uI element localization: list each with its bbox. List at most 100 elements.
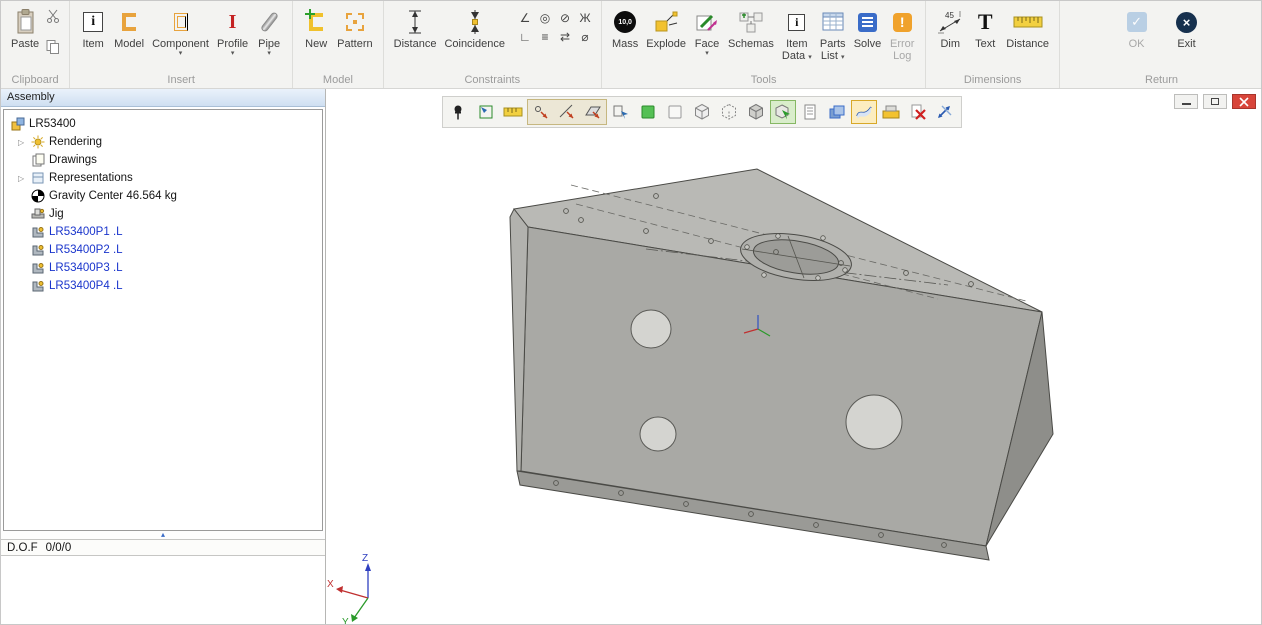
- sheet-metal-assembly[interactable]: [510, 169, 1053, 560]
- insert-pipe-button[interactable]: Pipe ▾: [252, 4, 286, 59]
- constraint-mini-toolbar: ∠ ◎ ⊘ Ж ∟ ≡ ⇄ ⌀: [515, 8, 595, 46]
- close-button[interactable]: [1232, 94, 1256, 109]
- flat-pattern-icon[interactable]: [878, 100, 904, 124]
- angle-constraint-icon[interactable]: ∠: [515, 8, 535, 27]
- insert-profile-button[interactable]: I Profile ▾: [213, 4, 252, 59]
- ribbon: Paste Clipboard i Item: [1, 1, 1262, 89]
- cut-button[interactable]: [45, 8, 61, 29]
- delete-icon[interactable]: [905, 100, 931, 124]
- pattern-icon: [346, 13, 364, 31]
- constraints-group-label: Constraints: [384, 74, 601, 86]
- tree-item-rendering[interactable]: ▷ Rendering: [4, 133, 322, 151]
- scissors-icon: [45, 8, 61, 24]
- parallel-constraint-icon[interactable]: ≡: [535, 27, 555, 46]
- face-dropdown-arrow[interactable]: ▾: [705, 50, 709, 57]
- rendering-icon: [30, 135, 45, 149]
- expand-icon[interactable]: ▷: [18, 174, 30, 183]
- tangent-constraint-icon[interactable]: ⊘: [555, 8, 575, 27]
- paste-icon: [13, 6, 37, 38]
- tree-item-part-2[interactable]: LR53400P2 .L: [4, 241, 322, 259]
- surface-mode-icon[interactable]: [851, 100, 877, 124]
- layers-icon[interactable]: [824, 100, 850, 124]
- tree-item-part-1[interactable]: LR53400P1 .L: [4, 223, 322, 241]
- diameter-constraint-icon[interactable]: ⌀: [575, 27, 595, 46]
- tree-item-drawings[interactable]: Drawings: [4, 151, 322, 169]
- model-new-button[interactable]: New: [299, 4, 333, 52]
- equal-constraint-icon[interactable]: ⇄: [555, 27, 575, 46]
- dimensions-group-label: Dimensions: [926, 74, 1059, 86]
- pin-icon[interactable]: [446, 100, 472, 124]
- constraint-coincidence-button[interactable]: Coincidence: [440, 4, 509, 52]
- select-element-icon[interactable]: [608, 100, 634, 124]
- gravity-center-icon: [30, 189, 45, 203]
- panel-bottom-area: [1, 556, 325, 625]
- symmetry-constraint-icon[interactable]: Ж: [575, 8, 595, 27]
- display-solid-green-icon[interactable]: [635, 100, 661, 124]
- tree-item-representations[interactable]: ▷ Representations: [4, 169, 322, 187]
- report-sheet-icon[interactable]: [797, 100, 823, 124]
- assembly-panel: Assembly LR53400 ▷ Rendering Drawings ▷ …: [1, 89, 326, 625]
- insert-item-button[interactable]: i Item: [76, 4, 110, 52]
- ok-button[interactable]: ✓ OK: [1120, 4, 1154, 52]
- dim-distance-button[interactable]: Distance: [1002, 4, 1053, 52]
- clipboard-group-label: Clipboard: [1, 74, 69, 86]
- display-wireframe-icon[interactable]: [716, 100, 742, 124]
- item-data-button[interactable]: i Item Data ▾: [778, 4, 816, 64]
- model-pattern-button[interactable]: Pattern: [333, 4, 376, 52]
- select-window-icon[interactable]: [473, 100, 499, 124]
- text-button[interactable]: T Text: [968, 4, 1002, 52]
- perpendicular-constraint-icon[interactable]: ∟: [515, 27, 535, 46]
- panel-splitter[interactable]: ▴: [1, 531, 325, 539]
- profile-dropdown-arrow[interactable]: ▾: [231, 50, 235, 57]
- model-icon: [122, 13, 136, 31]
- error-log-button[interactable]: ! Error Log: [885, 4, 919, 64]
- swap-orientation-icon[interactable]: [932, 100, 958, 124]
- insert-component-button[interactable]: Component ▾: [148, 4, 213, 59]
- dim-button[interactable]: 45 Dim: [932, 4, 968, 52]
- minimize-button[interactable]: [1174, 94, 1198, 109]
- constraint-distance-button[interactable]: Distance: [390, 4, 441, 52]
- tree-item-jig[interactable]: Jig: [4, 205, 322, 223]
- expand-icon[interactable]: ▷: [18, 138, 30, 147]
- assembly-tree: LR53400 ▷ Rendering Drawings ▷ Represent…: [3, 109, 323, 531]
- measure-ruler-icon[interactable]: [500, 100, 526, 124]
- tree-item-part-3[interactable]: LR53400P3 .L: [4, 259, 322, 277]
- concentric-constraint-icon[interactable]: ◎: [535, 8, 555, 27]
- display-outline-icon[interactable]: [662, 100, 688, 124]
- select-solid-mode-icon[interactable]: [770, 100, 796, 124]
- insert-model-button[interactable]: Model: [110, 4, 148, 52]
- solve-button[interactable]: Solve: [850, 4, 886, 52]
- paste-button[interactable]: Paste: [7, 4, 43, 52]
- parts-list-dropdown-arrow[interactable]: ▾: [841, 54, 845, 61]
- component-dropdown-arrow[interactable]: ▾: [179, 50, 183, 57]
- face-button[interactable]: Face ▾: [690, 4, 724, 59]
- plus-icon: [305, 9, 315, 19]
- maximize-button[interactable]: [1203, 94, 1227, 109]
- parts-list-button[interactable]: Parts List ▾: [816, 4, 850, 64]
- ribbon-group-return: ✓ OK × Exit Return: [1060, 1, 1262, 88]
- model-canvas[interactable]: Z X Y: [326, 89, 1262, 625]
- part-icon: [30, 279, 45, 293]
- svg-text:45: 45: [945, 11, 954, 20]
- tree-item-root-assembly[interactable]: LR53400: [4, 115, 322, 133]
- text-icon: T: [978, 11, 993, 33]
- item-data-icon: i: [788, 14, 805, 31]
- viewport-3d[interactable]: Z X Y: [326, 89, 1262, 625]
- mass-button[interactable]: 10,0 Mass: [608, 4, 642, 52]
- snap-face-icon[interactable]: [580, 100, 606, 124]
- jig-icon: [30, 207, 45, 221]
- schemas-button[interactable]: Schemas: [724, 4, 778, 52]
- snap-point-icon[interactable]: [528, 100, 554, 124]
- display-shaded-icon[interactable]: [689, 100, 715, 124]
- snap-edge-icon[interactable]: [554, 100, 580, 124]
- exit-button[interactable]: × Exit: [1170, 4, 1204, 52]
- maximize-icon: [1211, 98, 1219, 105]
- pipe-dropdown-arrow[interactable]: ▾: [267, 50, 271, 57]
- item-data-dropdown-arrow[interactable]: ▾: [808, 54, 812, 61]
- tree-item-gravity-center[interactable]: Gravity Center 46.564 kg: [4, 187, 322, 205]
- copy-button[interactable]: [45, 39, 61, 60]
- explode-button[interactable]: Explode: [642, 4, 690, 52]
- tree-item-part-4[interactable]: LR53400P4 .L: [4, 277, 322, 295]
- document-window-controls: [1174, 94, 1256, 109]
- display-solid-gray-icon[interactable]: [743, 100, 769, 124]
